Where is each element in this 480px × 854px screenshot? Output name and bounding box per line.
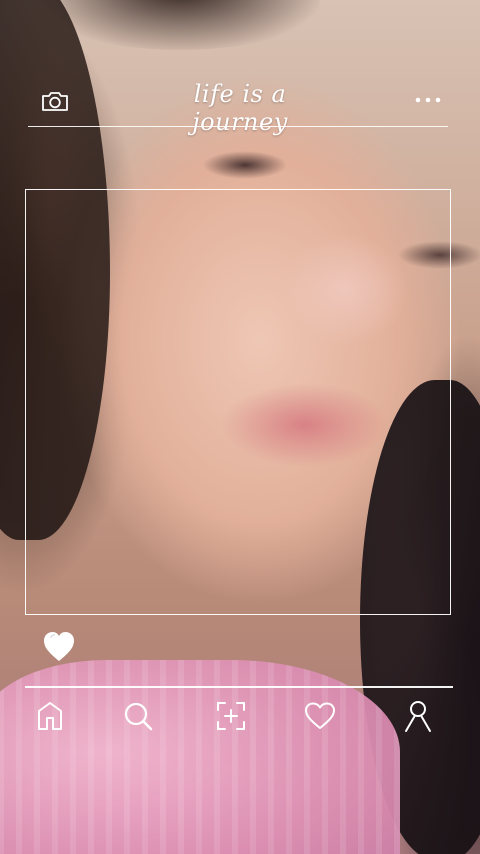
more-dots-icon (415, 97, 441, 103)
bottom-nav (0, 692, 480, 742)
nav-item-search[interactable] (118, 696, 158, 736)
heart-filled-icon (44, 632, 74, 661)
header-bar: life is a journey (0, 0, 480, 136)
camera-button[interactable] (38, 86, 72, 116)
photo-frame (25, 189, 451, 615)
nav-item-profile[interactable] (398, 696, 438, 736)
search-icon (124, 702, 153, 731)
more-options-button[interactable] (410, 88, 446, 112)
app-screen: life is a journey (0, 0, 480, 854)
camera-icon (42, 92, 68, 111)
header-divider (28, 126, 448, 127)
nav-divider (25, 686, 453, 688)
page-title: life is a journey (192, 80, 288, 136)
nav-item-home[interactable] (30, 696, 70, 736)
add-post-icon (217, 702, 245, 730)
profile-icon (405, 701, 431, 732)
like-button[interactable] (42, 628, 76, 664)
home-icon (38, 702, 62, 730)
heart-outline-icon (305, 702, 335, 729)
nav-item-activity[interactable] (300, 696, 340, 736)
nav-item-add[interactable] (211, 696, 251, 736)
photo-shirt (0, 660, 400, 854)
